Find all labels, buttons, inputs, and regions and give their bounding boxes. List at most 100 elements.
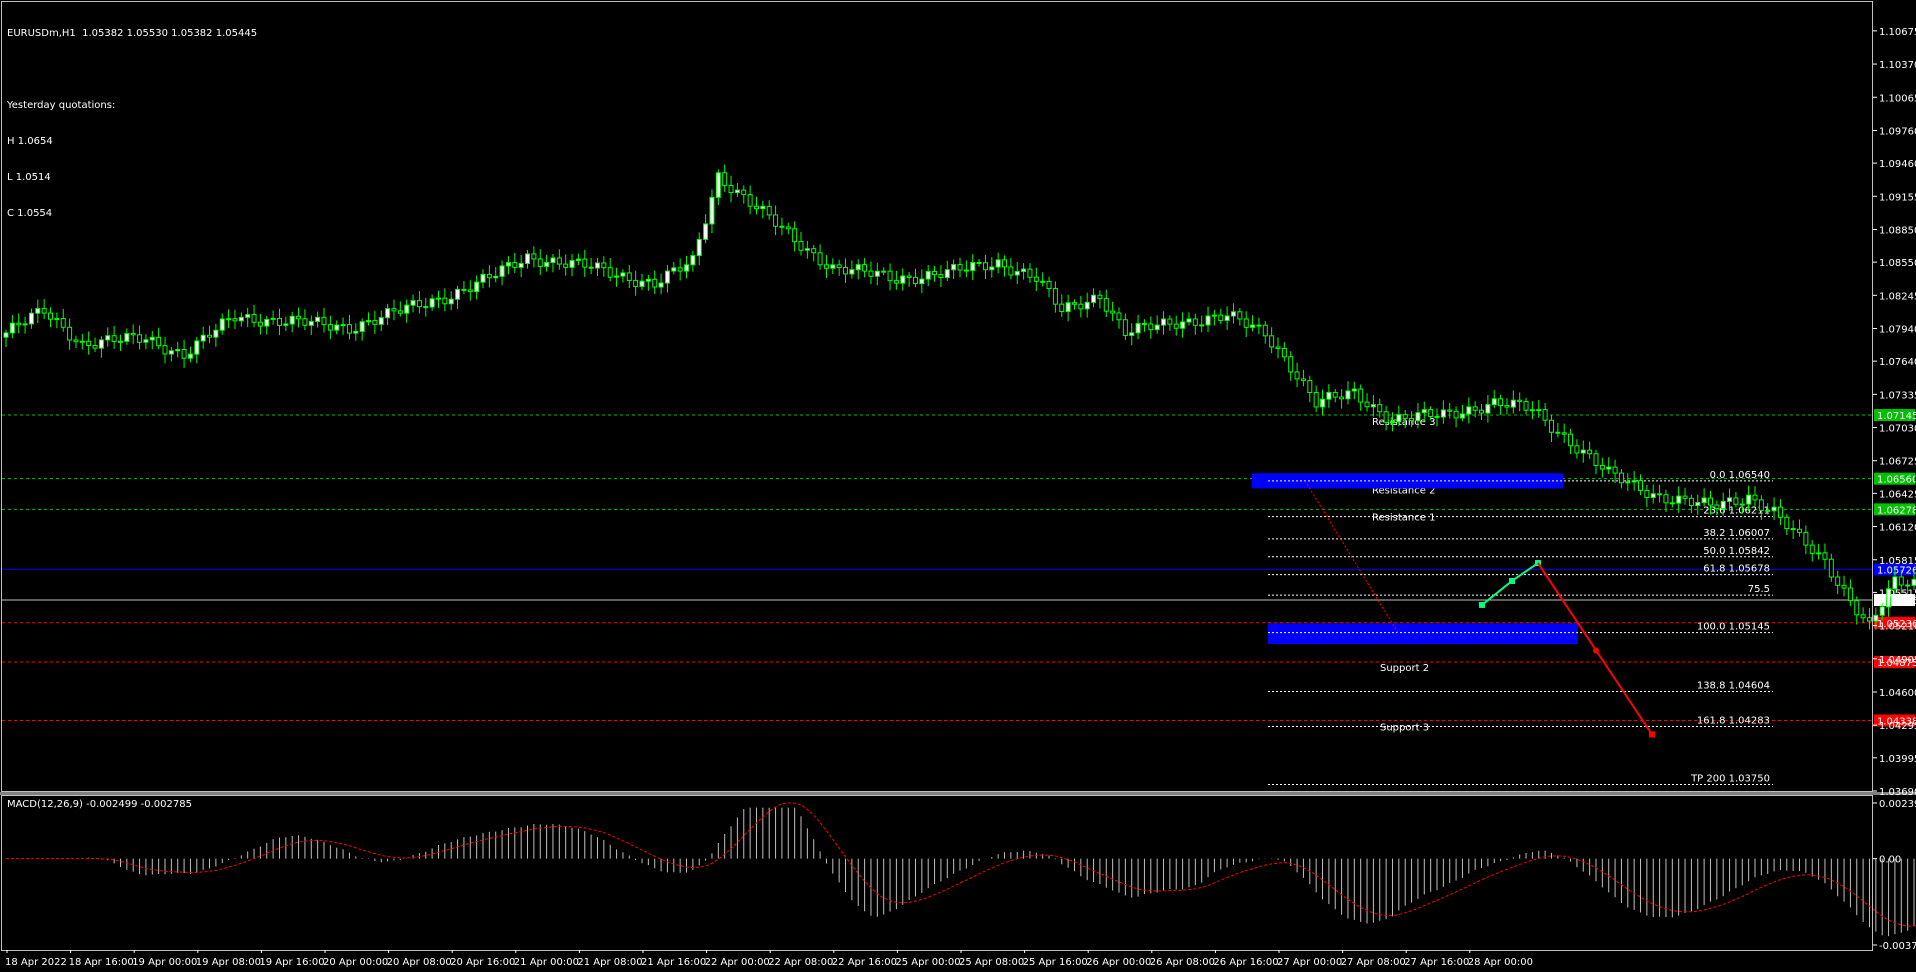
- macd-tick-label-0: 0.002395: [1879, 799, 1916, 810]
- fib-label-8: 161.8 1.04283: [1697, 715, 1770, 726]
- candle-body: [1434, 415, 1440, 418]
- candle-body: [906, 275, 912, 278]
- candle-body: [1828, 558, 1834, 578]
- candle-body: [410, 300, 416, 306]
- candle-body: [321, 316, 327, 326]
- time-tick-label-9: 21 Apr 08:00: [577, 957, 642, 968]
- time-tick-label-15: 25 Apr 08:00: [959, 957, 1024, 968]
- candle-body: [92, 344, 98, 349]
- candle-body: [1498, 398, 1504, 407]
- candle-body: [607, 267, 613, 278]
- candle-body: [1281, 348, 1287, 358]
- candle-body: [1173, 323, 1179, 329]
- candle-body: [28, 312, 34, 325]
- candle-body: [187, 353, 193, 359]
- price-tick-label-22: 1.03995: [1879, 754, 1916, 765]
- candle-body: [925, 270, 931, 280]
- candle-body: [1014, 271, 1020, 276]
- candle-body: [359, 321, 365, 332]
- time-tick-label-13: 22 Apr 16:00: [832, 957, 897, 968]
- candle-body: [1523, 401, 1529, 411]
- candle-body: [467, 289, 473, 293]
- price-tick-label-8: 1.08245: [1879, 291, 1916, 302]
- candle-body: [1797, 528, 1803, 533]
- chart-info-panel: EURUSDm,H1 1.05382 1.05530 1.05382 1.054…: [7, 4, 257, 232]
- candle-body: [1135, 323, 1141, 334]
- candle-body: [181, 349, 187, 359]
- candle-body: [1752, 494, 1758, 501]
- time-tick-label-18: 26 Apr 08:00: [1150, 957, 1215, 968]
- candle-body: [1332, 391, 1338, 398]
- price-tick-label-4: 1.09460: [1879, 159, 1916, 170]
- trading-chart[interactable]: 1.071451.065601.062781.057261.052361.048…: [0, 0, 1916, 972]
- candle-body: [544, 261, 550, 267]
- candle-body: [416, 300, 422, 308]
- candle-body: [594, 262, 600, 269]
- candle-body: [334, 324, 340, 331]
- candle-body: [60, 318, 66, 328]
- candle-body: [550, 257, 556, 263]
- candle-body: [1625, 481, 1631, 484]
- candle-body: [1040, 280, 1046, 283]
- candle-body: [124, 333, 130, 342]
- candle-body: [1714, 504, 1720, 509]
- candle-body: [1071, 302, 1077, 305]
- level-tag-text-3: 1.05726: [1877, 565, 1916, 576]
- candle-body: [1638, 480, 1644, 491]
- candle-body: [1161, 318, 1167, 326]
- candle-body: [1765, 509, 1771, 512]
- time-tick-label-20: 27 Apr 00:00: [1277, 957, 1342, 968]
- candle-body: [645, 278, 651, 282]
- candle-body: [696, 238, 702, 257]
- time-tick-label-22: 27 Apr 16:00: [1404, 957, 1469, 968]
- candle-body: [1065, 302, 1071, 313]
- candle-body: [690, 255, 696, 266]
- price-tick-label-9: 1.07940: [1879, 325, 1916, 336]
- candle-body: [1803, 531, 1809, 546]
- candle-body: [722, 172, 728, 186]
- candle-body: [67, 326, 73, 341]
- candle-body: [1211, 314, 1217, 317]
- candle-body: [111, 335, 117, 343]
- candle-body: [709, 196, 715, 225]
- projection-up-point-0: [1479, 601, 1485, 608]
- candle-body: [1116, 312, 1122, 321]
- candle-body: [830, 264, 836, 269]
- candle-body: [633, 279, 639, 287]
- time-tick-label-7: 20 Apr 16:00: [450, 957, 515, 968]
- candle-body: [1835, 576, 1841, 586]
- candle-body: [1186, 318, 1192, 323]
- candle-body: [1777, 506, 1783, 518]
- candle-body: [1097, 294, 1103, 300]
- candle-body: [1784, 516, 1790, 530]
- candle-body: [741, 189, 747, 196]
- price-tick-label-7: 1.08550: [1879, 258, 1916, 269]
- candle-body: [938, 274, 944, 279]
- candle-body: [149, 336, 155, 341]
- time-tick-label-19: 26 Apr 16:00: [1213, 957, 1278, 968]
- candle-body: [505, 262, 511, 267]
- candle-body: [353, 330, 359, 334]
- candle-body: [35, 308, 41, 314]
- candle-body: [137, 334, 143, 343]
- candle-body: [563, 263, 569, 268]
- candle-body: [1237, 311, 1243, 320]
- candle-body: [1580, 449, 1586, 454]
- candle-body: [1389, 421, 1395, 424]
- candle-body: [308, 321, 314, 326]
- candle-body: [423, 306, 429, 309]
- candle-body: [747, 194, 753, 207]
- candle-body: [1288, 356, 1294, 373]
- candle-body: [1447, 409, 1453, 412]
- candle-body: [486, 273, 492, 279]
- candle-body: [1243, 318, 1249, 328]
- candle-body: [346, 324, 352, 334]
- price-tick-label-12: 1.07030: [1879, 424, 1916, 435]
- candle-body: [1510, 399, 1516, 408]
- price-tick-label-23: 1.03690: [1879, 787, 1916, 798]
- candle-body: [1421, 409, 1427, 414]
- candle-body: [1650, 493, 1656, 499]
- candle-body: [1224, 315, 1230, 321]
- candle-body: [1657, 493, 1663, 496]
- time-tick-label-8: 21 Apr 00:00: [514, 957, 579, 968]
